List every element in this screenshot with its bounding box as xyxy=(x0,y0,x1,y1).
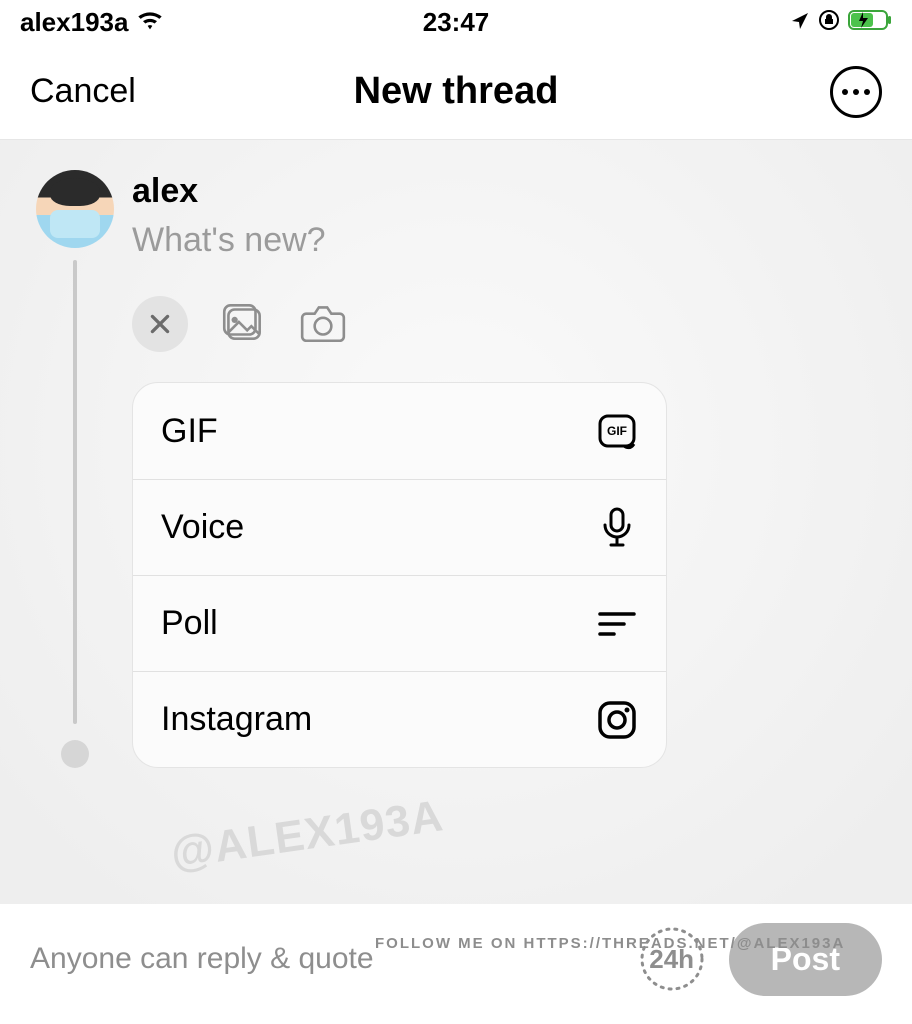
compose-input[interactable]: What's new? xyxy=(132,221,882,260)
follow-tag: FOLLOW ME ON HTTPS://THREADS.NET/@ALEX19… xyxy=(375,935,845,952)
gallery-icon[interactable] xyxy=(218,297,268,352)
avatar[interactable] xyxy=(36,170,114,248)
camera-icon[interactable] xyxy=(298,297,348,352)
expiry-pill[interactable]: 24h xyxy=(637,924,707,994)
menu-item-label: Instagram xyxy=(161,700,312,739)
nav-bar: Cancel New thread xyxy=(0,44,912,140)
menu-item-label: Poll xyxy=(161,604,218,643)
menu-item-instagram[interactable]: Instagram xyxy=(133,671,666,767)
footer: Anyone can reply & quote 24h Post xyxy=(0,904,912,1024)
menu-item-label: GIF xyxy=(161,412,218,451)
composer-area: alex What's new? GIF GIF xyxy=(0,140,912,904)
watermark: @ALEX193A xyxy=(168,791,447,879)
wifi-icon xyxy=(136,7,164,38)
attachment-menu: GIF GIF Voice Poll xyxy=(132,382,667,768)
menu-item-poll[interactable]: Poll xyxy=(133,575,666,671)
location-icon xyxy=(790,7,810,38)
page-title: New thread xyxy=(354,70,559,113)
menu-item-gif[interactable]: GIF GIF xyxy=(133,383,666,479)
more-options-button[interactable] xyxy=(830,66,882,118)
microphone-icon xyxy=(596,507,638,549)
username-label: alex xyxy=(132,172,882,211)
poll-icon xyxy=(596,603,638,645)
carrier-name: alex193a xyxy=(20,7,128,38)
instagram-icon xyxy=(596,699,638,741)
post-button[interactable]: Post xyxy=(729,923,882,996)
svg-text:GIF: GIF xyxy=(607,424,627,438)
thread-line xyxy=(73,260,77,724)
gif-icon: GIF xyxy=(596,410,638,452)
clock: 23:47 xyxy=(423,7,490,38)
attachment-toolbar xyxy=(132,296,882,352)
orientation-lock-icon xyxy=(818,7,840,38)
battery-charging-icon xyxy=(848,7,892,38)
menu-item-label: Voice xyxy=(161,508,244,547)
menu-item-voice[interactable]: Voice xyxy=(133,479,666,575)
add-thread-dot[interactable] xyxy=(61,740,89,768)
status-bar: alex193a 23:47 xyxy=(0,0,912,44)
reply-scope-button[interactable]: Anyone can reply & quote xyxy=(30,942,374,976)
cancel-button[interactable]: Cancel xyxy=(30,72,136,111)
close-attachments-button[interactable] xyxy=(132,296,188,352)
